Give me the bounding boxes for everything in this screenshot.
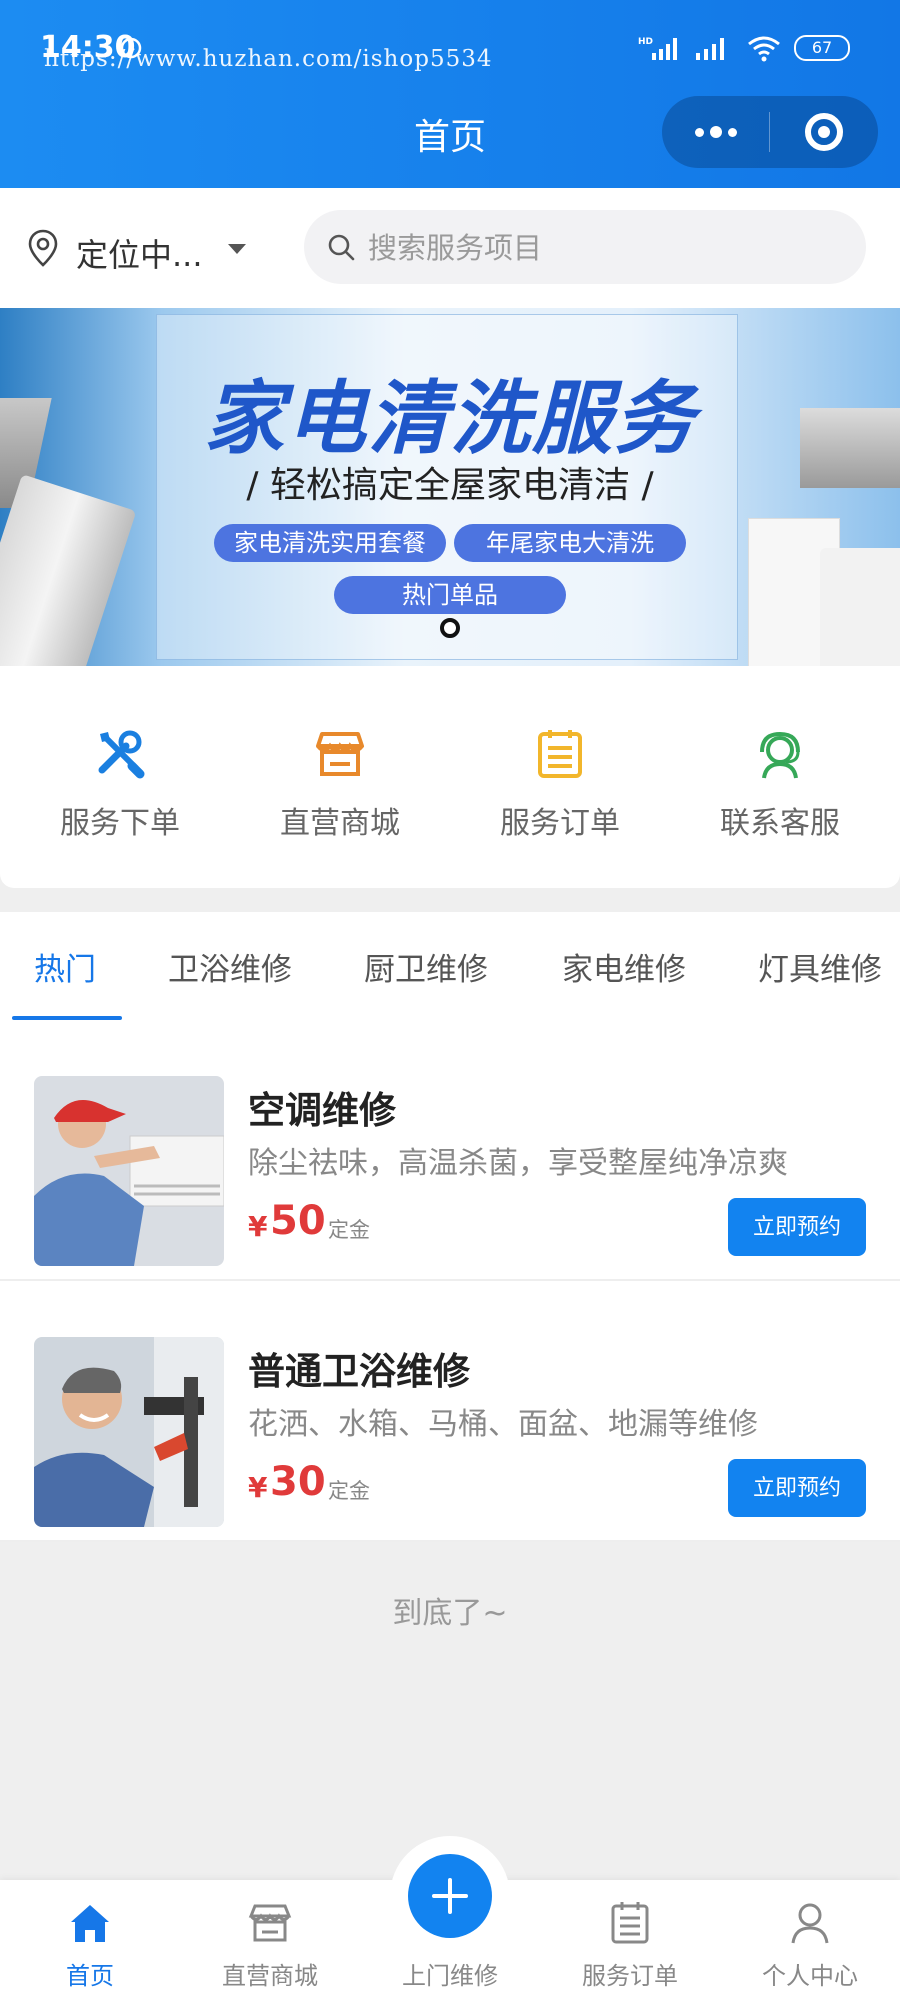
search-icon [328,234,355,261]
home-icon [71,1905,109,1942]
nav-home[interactable]: 首页 [0,1900,180,1991]
plus-button[interactable] [408,1854,492,1938]
nav-label: 直营商城 [222,1962,318,1990]
tab-kitchen-repair[interactable]: 厨卫维修 [364,944,488,989]
nav-label: 首页 [66,1962,114,1990]
tools-icon [98,730,145,779]
nav-label: 个人中心 [762,1962,858,1990]
menu-label: 服务下单 [60,806,180,841]
user-icon [791,1903,829,1944]
chevron-down-icon[interactable] [228,244,246,254]
list-item[interactable]: 空调维修 除尘祛味，高温杀菌，享受整屋纯净凉爽 ¥ 50 定金 立即预约 [0,1020,900,1281]
location-search-bar: 定位中... [0,188,900,308]
price-unit: 定金 [328,1218,370,1242]
promo-banner[interactable]: 家电清洗服务 / 轻松搞定全屋家电清洁 / 家电清洗实用套餐 年尾家电大清洗 热… [0,308,900,666]
service-list: 空调维修 除尘祛味，高温杀菌，享受整屋纯净凉爽 ¥ 50 定金 立即预约 普通卫… [0,1020,900,1542]
service-title: 普通卫浴维修 [248,1350,470,1393]
banner-pill: 热门单品 [334,576,566,614]
signal-icon [696,38,724,60]
store-icon [316,732,364,776]
svg-text:HD: HD [638,37,653,47]
location-text[interactable]: 定位中... [76,230,203,276]
order-icon [611,1902,649,1944]
nav-label: 服务订单 [582,1962,678,1990]
quick-menu: 服务下单 直营商城 服务订单 联系客服 [0,666,900,888]
washing-machine-image [820,548,900,666]
currency-symbol: ¥ [248,1210,268,1243]
target-icon [804,113,843,151]
service-price: 30 [270,1459,326,1505]
mini-program-capsule [662,96,878,168]
book-now-button[interactable]: 立即预约 [728,1459,866,1517]
onsite-repair-fab[interactable] [390,1836,510,1956]
carousel-indicator-dot[interactable] [440,618,460,638]
end-of-list-text: 到底了~ [392,1596,508,1631]
service-title: 空调维修 [248,1089,396,1132]
currency-symbol: ¥ [248,1471,268,1504]
more-button[interactable] [662,96,769,168]
customer-service-icon [760,731,800,779]
banner-subtitle: / 轻松搞定全屋家电清洁 / [246,465,654,506]
tab-bathroom-repair[interactable]: 卫浴维修 [168,944,292,989]
search-input[interactable] [366,222,840,274]
nav-direct-store[interactable]: 直营商城 [180,1900,360,1991]
tab-hot[interactable]: 热门 [34,944,96,989]
service-image [34,1337,224,1527]
service-description: 除尘祛味，高温杀菌，享受整屋纯净凉爽 [248,1146,788,1181]
banner-pill: 年尾家电大清洗 [454,524,686,562]
menu-label: 直营商城 [280,806,400,841]
menu-item-direct-store[interactable]: 直营商城 [230,724,450,842]
service-price: 50 [270,1198,326,1244]
order-icon [538,730,582,778]
top-header: 14:30 https://www.huzhan.com/ishop5534 H… [0,0,900,188]
signal-icon: HD [638,37,677,60]
status-icons: HD 67 [638,34,850,62]
watermark-url: https://www.huzhan.com/ishop5534 [44,46,493,72]
nav-profile[interactable]: 个人中心 [720,1900,900,1991]
list-item[interactable]: 普通卫浴维修 花洒、水箱、马桶、面盆、地漏等维修 ¥ 30 定金 立即预约 [0,1281,900,1542]
service-description: 花洒、水箱、马桶、面盆、地漏等维修 [248,1407,758,1442]
menu-item-service-order[interactable]: 服务下单 [10,724,230,842]
plus-icon [432,1878,468,1914]
banner-pill: 家电清洗实用套餐 [214,524,446,562]
price-unit: 定金 [328,1479,370,1503]
menu-item-customer-service[interactable]: 联系客服 [670,724,890,842]
search-box[interactable] [304,210,866,284]
menu-label: 联系客服 [720,806,840,841]
category-tabs: 热门 卫浴维修 厨卫维修 家电维修 灯具维修 [0,912,900,1020]
book-now-button[interactable]: 立即预约 [728,1198,866,1256]
close-mini-program-button[interactable] [770,96,877,168]
nav-label: 上门维修 [402,1962,498,1990]
battery-indicator: 67 [794,35,850,61]
banner-title: 家电清洗服务 [204,372,696,465]
tab-appliance-repair[interactable]: 家电维修 [562,944,686,989]
menu-label: 服务订单 [500,806,620,841]
service-image [34,1076,224,1266]
store-icon [248,1904,292,1942]
nav-service-orders[interactable]: 服务订单 [540,1900,720,1991]
menu-item-service-orders[interactable]: 服务订单 [450,724,670,842]
wifi-icon [748,36,780,62]
location-pin-icon[interactable] [26,228,60,268]
tab-lighting-repair[interactable]: 灯具维修 [758,944,882,989]
